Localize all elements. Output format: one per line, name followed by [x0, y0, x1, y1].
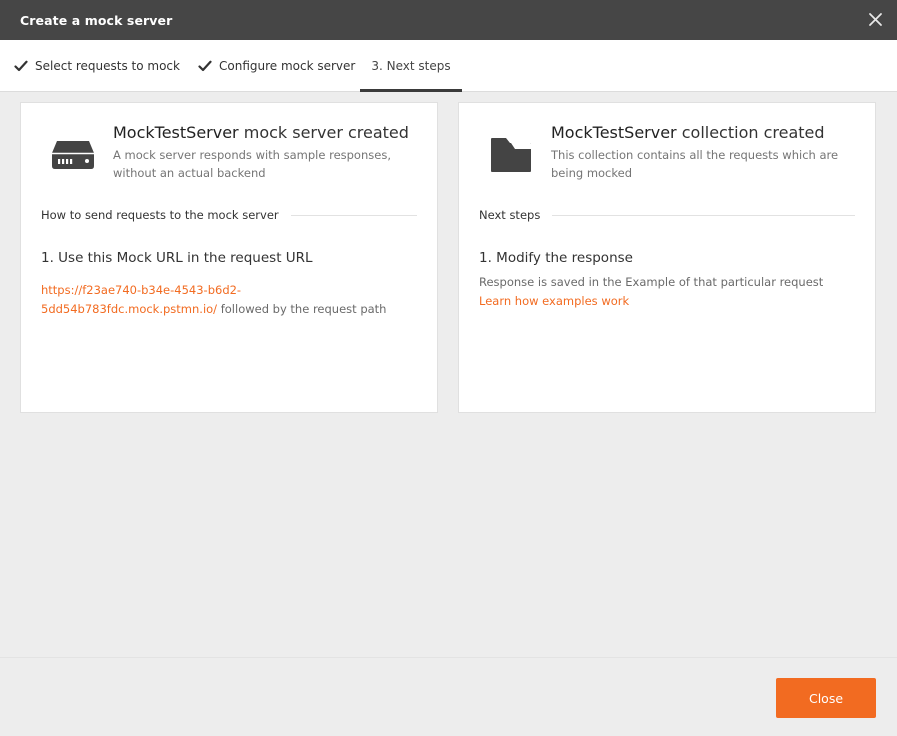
mock-server-card: MockTestServer mock server created A moc…: [20, 102, 438, 413]
step-description: Response is saved in the Example of that…: [479, 273, 855, 311]
headline-suffix: mock server created: [238, 123, 409, 142]
step-title: 1. Use this Mock URL in the request URL: [41, 250, 313, 266]
step-tabs: Select requests to mock Configure mock s…: [0, 40, 897, 92]
create-mock-server-dialog: Create a mock server Select requests to …: [0, 0, 897, 736]
step-text: Response is saved in the Example of that…: [479, 275, 824, 289]
section-heading: How to send requests to the mock server: [41, 208, 417, 222]
step-title: 1. Modify the response: [479, 250, 633, 266]
dialog-footer: Close: [0, 657, 897, 736]
headline-suffix: collection created: [676, 123, 825, 142]
section-heading-text: Next steps: [479, 208, 541, 222]
section-heading: Next steps: [479, 208, 855, 222]
card-description: This collection contains all the request…: [551, 148, 839, 180]
server-name: MockTestServer: [113, 123, 239, 142]
check-icon: [198, 60, 212, 71]
mock-url-part-1: https://f23ae740-b34e-4543-b6d2-: [41, 283, 242, 297]
close-icon[interactable]: [868, 12, 883, 27]
tab-configure-mock-server[interactable]: Configure mock server: [198, 40, 355, 91]
card-description: A mock server responds with sample respo…: [113, 148, 391, 180]
mock-url-link[interactable]: https://f23ae740-b34e-4543-b6d2- 5dd54b78…: [41, 283, 241, 316]
learn-examples-link[interactable]: Learn how examples work: [479, 294, 629, 308]
card-header: MockTestServer collection created This c…: [551, 123, 855, 182]
dialog-title: Create a mock server: [20, 13, 173, 28]
close-button[interactable]: Close: [776, 678, 876, 718]
tab-label: Select requests to mock: [35, 58, 180, 73]
mock-url-text: https://f23ae740-b34e-4543-b6d2- 5dd54b78…: [41, 281, 417, 319]
section-heading-text: How to send requests to the mock server: [41, 208, 279, 222]
server-icon: [52, 141, 94, 169]
dialog-titlebar: Create a mock server: [0, 0, 897, 40]
tab-next-steps[interactable]: 3. Next steps: [360, 40, 462, 92]
divider: [290, 214, 417, 216]
tab-label: 3. Next steps: [371, 58, 451, 73]
folder-icon: [491, 138, 531, 172]
check-icon: [14, 60, 28, 71]
divider: [552, 214, 855, 216]
card-headline: MockTestServer collection created: [551, 123, 855, 143]
url-suffix-text: followed by the request path: [217, 302, 387, 316]
mock-url-part-2: 5dd54b783fdc.mock.pstmn.io/: [41, 302, 218, 316]
collection-name: MockTestServer: [551, 123, 677, 142]
card-headline: MockTestServer mock server created: [113, 123, 417, 143]
collection-card: MockTestServer collection created This c…: [458, 102, 876, 413]
tab-label: Configure mock server: [219, 58, 356, 73]
card-header: MockTestServer mock server created A moc…: [113, 123, 417, 182]
tab-select-requests[interactable]: Select requests to mock: [14, 40, 180, 91]
